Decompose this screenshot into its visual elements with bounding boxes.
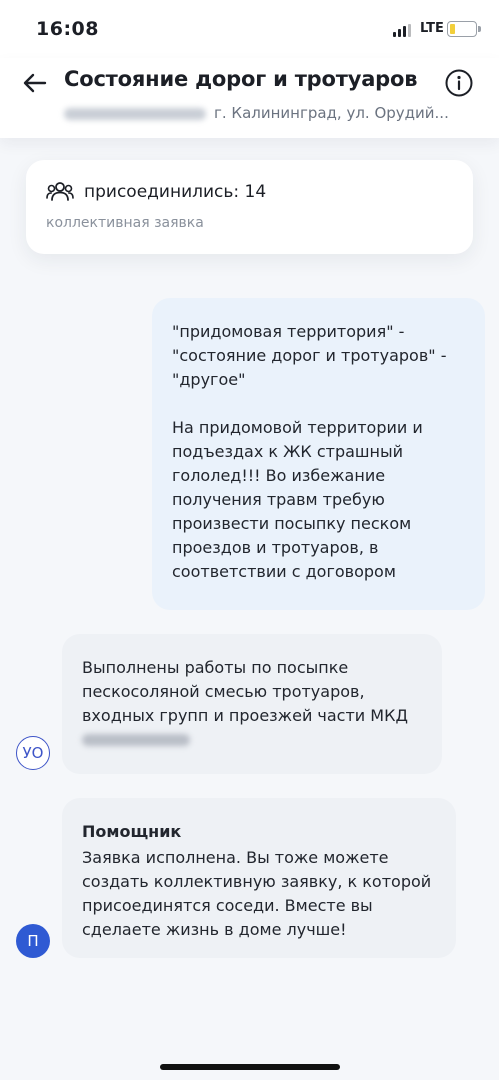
back-button[interactable] [20, 68, 50, 98]
user-message: "придомовая территория" - "состояние дор… [152, 298, 485, 610]
people-group-icon [46, 182, 74, 201]
status-bar: 16:08 LTE [0, 0, 499, 58]
header: Состояние дорог и тротуаров г. Калинингр… [0, 58, 499, 138]
battery-icon [447, 21, 481, 37]
assistant-name: Помощник [82, 822, 182, 841]
joined-card[interactable]: присоединились: 14 коллективная заявка [26, 160, 473, 254]
org-message: Выполнены работы по посыпке пескосоляной… [62, 634, 442, 774]
address-text: г. Калининград, ул. Орудий... [214, 104, 449, 122]
status-time: 16:08 [36, 18, 99, 40]
info-button[interactable] [444, 68, 474, 98]
message-text: На придомовой территории и подъездах к Ж… [172, 418, 423, 581]
signal-icon [393, 24, 413, 37]
home-indicator[interactable] [160, 1064, 340, 1070]
network-label: LTE [420, 21, 444, 36]
assistant-message-text: Заявка исполнена. Вы тоже можете создать… [82, 848, 432, 939]
address-line: г. Калининград, ул. Орудий... [64, 104, 449, 122]
assistant-message: Помощник Заявка исполнена. Вы тоже может… [62, 798, 456, 958]
redacted-number [82, 734, 190, 746]
arrow-left-icon [23, 73, 47, 93]
org-avatar: УО [16, 736, 50, 770]
org-message-text: Выполнены работы по посыпке пескосоляной… [82, 658, 408, 725]
page-title: Состояние дорог и тротуаров [64, 67, 418, 91]
joined-count: присоединились: 14 [84, 182, 267, 202]
assistant-avatar: П [16, 924, 50, 958]
redacted-address [64, 107, 206, 120]
request-type-label: коллективная заявка [46, 215, 204, 231]
message-categories: "придомовая территория" - "состояние дор… [172, 322, 447, 389]
info-icon [445, 69, 473, 97]
